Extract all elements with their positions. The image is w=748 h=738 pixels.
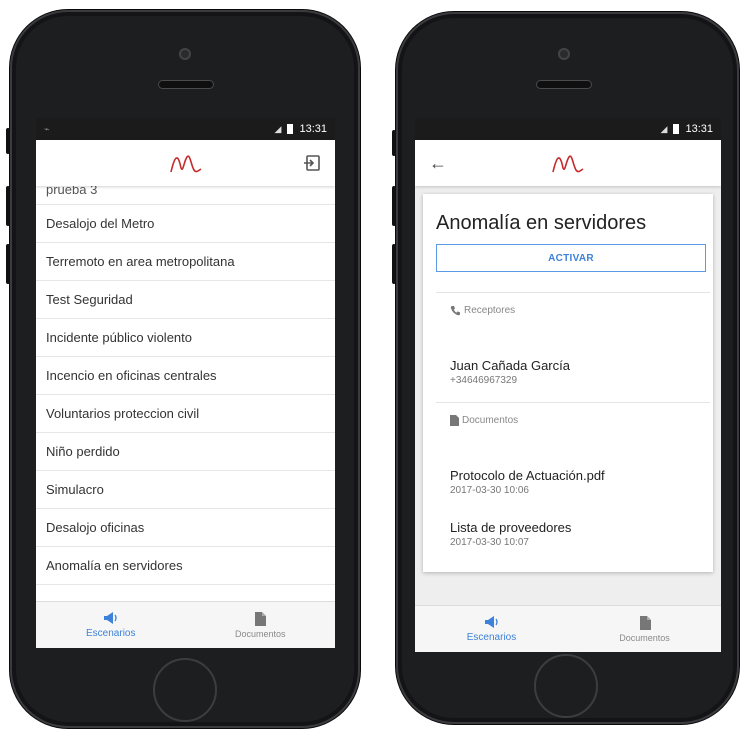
brand-logo-icon xyxy=(169,155,201,173)
nav-tab-documents[interactable]: Documentos xyxy=(186,602,336,648)
document-icon xyxy=(450,415,459,426)
document-icon xyxy=(639,615,651,630)
activate-button[interactable]: ACTIVAR xyxy=(436,244,706,272)
nav-label-scenarios: Escenarios xyxy=(466,632,517,643)
earpiece-speaker xyxy=(158,80,214,89)
bottom-nav: Escenarios Documentos xyxy=(415,605,721,652)
mute-switch xyxy=(392,130,396,156)
receivers-header-label: Receptores xyxy=(464,305,516,316)
battery-icon xyxy=(673,124,680,134)
arrow-back-icon[interactable]: ← xyxy=(429,153,447,174)
document-name: Lista de proveedores xyxy=(450,520,572,535)
nav-label-documents: Documentos xyxy=(619,632,670,643)
divider xyxy=(436,402,710,403)
front-camera xyxy=(179,48,191,60)
brand-logo-icon xyxy=(552,155,584,173)
receiver-entry[interactable]: Juan Cañada García +34646967329 xyxy=(450,358,570,386)
document-icon xyxy=(255,611,267,626)
nav-label-scenarios: Escenarios xyxy=(86,628,136,639)
list-item[interactable]: Simulacro xyxy=(36,471,335,509)
receivers-header: Receptores xyxy=(450,305,515,316)
list-item[interactable]: Niño perdido xyxy=(36,433,335,471)
list-item[interactable]: Anomalía en servidores xyxy=(36,547,335,585)
battery-icon xyxy=(287,124,294,134)
volume-up-button xyxy=(392,186,396,226)
documents-header-label: Documentos xyxy=(462,415,519,426)
scenario-detail-card: Anomalía en servidores ACTIVAR Receptore… xyxy=(423,194,713,572)
nav-label-documents: Documentos xyxy=(234,628,286,639)
phone-icon xyxy=(450,306,460,316)
status-bar: ◢ 13:31 xyxy=(415,118,721,140)
receiver-name: Juan Cañada García xyxy=(450,358,570,373)
list-item[interactable]: Desalojo oficinas xyxy=(36,509,335,547)
home-button xyxy=(534,654,598,718)
document-date: 2017-03-30 10:06 xyxy=(450,485,529,496)
document-entry[interactable]: Protocolo de Actuación.pdf 2017-03-30 10… xyxy=(450,468,605,496)
app-bar: ← xyxy=(415,140,721,186)
list-item[interactable]: Incencio en oficinas centrales xyxy=(36,357,335,395)
list-item[interactable]: Incidente público violento xyxy=(36,319,335,357)
volume-down-button xyxy=(392,244,396,284)
left-screen: ⌁ ◢ 13:31 prueba 3 Desalojo del Metro Te… xyxy=(36,118,335,648)
status-time: 13:31 xyxy=(299,123,327,135)
front-camera xyxy=(558,48,570,60)
signal-icon: ◢ xyxy=(660,123,668,134)
nav-tab-documents[interactable]: Documentos xyxy=(568,606,721,652)
home-button xyxy=(153,658,217,722)
scenario-list: prueba 3 Desalojo del Metro Terremoto en… xyxy=(36,186,335,585)
list-item[interactable]: prueba 3 xyxy=(36,186,335,205)
logout-icon[interactable] xyxy=(303,154,321,172)
scenario-title: Anomalía en servidores xyxy=(436,212,647,234)
volume-down-button xyxy=(6,244,10,284)
earpiece-speaker xyxy=(536,80,592,89)
nav-tab-scenarios[interactable]: Escenarios xyxy=(415,606,568,652)
list-item[interactable]: Voluntarios proteccion civil xyxy=(36,395,335,433)
receiver-phone: +34646967329 xyxy=(450,375,518,386)
volume-up-button xyxy=(6,186,10,226)
megaphone-icon xyxy=(103,612,117,624)
right-phone-frame: ◢ 13:31 ← Anomalía en servidores ACTIVAR… xyxy=(392,12,739,724)
divider xyxy=(436,292,710,293)
signal-icon: ◢ xyxy=(274,123,282,134)
app-bar xyxy=(36,140,335,186)
status-bar: ⌁ ◢ 13:31 xyxy=(36,118,335,140)
list-item[interactable]: Terremoto en area metropolitana xyxy=(36,243,335,281)
list-item[interactable]: Desalojo del Metro xyxy=(36,205,335,243)
right-screen: ◢ 13:31 ← Anomalía en servidores ACTIVAR… xyxy=(415,118,721,652)
documents-header: Documentos xyxy=(450,415,518,426)
notification-icon: ⌁ xyxy=(44,123,50,134)
list-item[interactable]: Test Seguridad xyxy=(36,281,335,319)
megaphone-icon xyxy=(484,616,498,628)
document-name: Protocolo de Actuación.pdf xyxy=(450,468,605,483)
left-phone-frame: ⌁ ◢ 13:31 prueba 3 Desalojo del Metro Te… xyxy=(6,10,360,728)
bottom-nav: Escenarios Documentos xyxy=(36,601,335,648)
document-date: 2017-03-30 10:07 xyxy=(450,537,529,548)
document-entry[interactable]: Lista de proveedores 2017-03-30 10:07 xyxy=(450,520,571,548)
mute-switch xyxy=(6,128,10,154)
nav-tab-scenarios[interactable]: Escenarios xyxy=(36,602,186,648)
status-time: 13:31 xyxy=(685,123,713,135)
